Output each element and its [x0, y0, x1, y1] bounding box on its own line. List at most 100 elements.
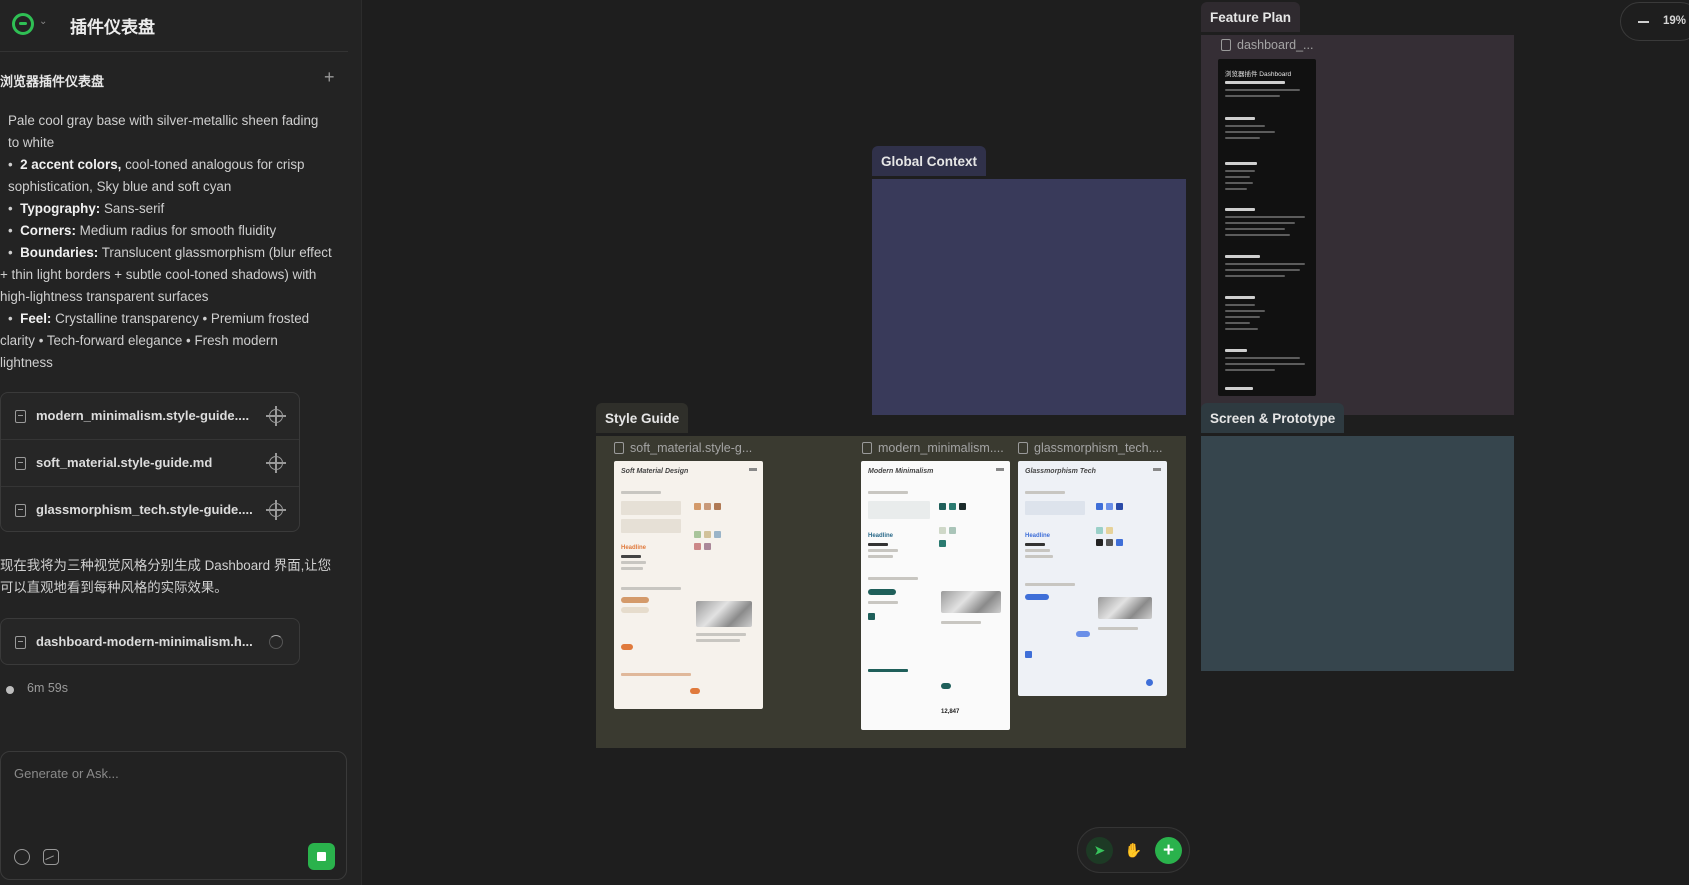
doc-line [1225, 216, 1305, 218]
mention-icon[interactable] [14, 849, 30, 865]
loading-spinner-icon [269, 635, 283, 649]
add-button[interactable]: + [1155, 837, 1182, 864]
preview-line [1098, 627, 1138, 630]
image-upload-icon[interactable] [43, 849, 59, 865]
message-line: to white [8, 135, 55, 150]
frame-label-style-guide[interactable]: Style Guide [596, 403, 689, 433]
file-item[interactable]: soft_material.style-guide.md [1, 440, 299, 487]
doc-line [1225, 263, 1305, 265]
file-icon [1221, 39, 1231, 51]
color-swatch [1106, 503, 1113, 510]
doc-line [1225, 176, 1250, 178]
frame-screen-prototype[interactable] [1201, 436, 1514, 671]
color-swatch [959, 503, 966, 510]
file-name: glassmorphism_tech.style-guide.... [36, 502, 253, 517]
stop-icon [317, 852, 326, 861]
thumbnail-file-label[interactable]: modern_minimalism.... [862, 441, 1004, 455]
doc-line [1225, 162, 1257, 165]
style-guide-preview-soft-material[interactable]: Soft Material Design Headline [614, 461, 763, 709]
doc-line [1225, 304, 1255, 306]
frame-label-global-context[interactable]: Global Context [872, 146, 987, 176]
message-line: + thin light borders + subtle cool-toned… [0, 267, 317, 282]
doc-line [1225, 387, 1253, 390]
frame-label-screen-prototype[interactable]: Screen & Prototype [1201, 403, 1345, 433]
select-tool-button[interactable]: ➤ [1086, 837, 1113, 864]
doc-line [1225, 117, 1255, 120]
crosshair-icon[interactable] [266, 453, 286, 473]
frame-global-context[interactable] [872, 179, 1186, 415]
crosshair-icon[interactable] [266, 406, 286, 426]
preview-block [621, 519, 681, 533]
preview-line [621, 491, 661, 494]
color-swatch [949, 527, 956, 534]
doc-line [1225, 131, 1275, 133]
file-icon [15, 636, 26, 649]
preview-image [696, 601, 752, 627]
message-bullet: • 2 accent colors, cool-toned analogous … [8, 157, 305, 172]
color-swatch [714, 531, 721, 538]
doc-line [1225, 95, 1280, 97]
preview-headline: Headline [1025, 533, 1051, 539]
preview-chip [621, 644, 633, 650]
doc-line [1225, 222, 1295, 224]
preview-block [621, 501, 681, 515]
brand-logo-icon[interactable] [12, 13, 34, 35]
preview-image [1098, 597, 1152, 619]
file-icon [15, 504, 26, 517]
doc-line [1225, 363, 1305, 365]
preview-line [868, 601, 898, 604]
bullet-text: Medium radius for smooth fluidity [75, 223, 277, 238]
hand-tool-button[interactable]: ✋ [1120, 837, 1147, 864]
doc-line [1225, 269, 1300, 271]
thumbnail-file-label[interactable]: soft_material.style-g... [614, 441, 752, 455]
file-name: dashboard_... [1237, 38, 1314, 52]
message-line: Pale cool gray base with silver-metallic… [8, 113, 319, 128]
preview-progress [868, 669, 908, 672]
bullet-text: Crystalline transparency • Premium frost… [51, 311, 310, 326]
chevron-down-icon[interactable]: ⌄ [39, 16, 47, 27]
minus-icon[interactable] [1638, 21, 1649, 23]
prompt-input[interactable] [14, 762, 324, 784]
style-guide-preview-glassmorphism-tech[interactable]: Glassmorphism Tech Headline [1018, 461, 1167, 696]
message-line: lightness [0, 355, 53, 370]
feature-plan-file[interactable]: dashboard_... [1221, 38, 1313, 52]
color-swatch [694, 543, 701, 550]
preview-image [941, 591, 1001, 613]
bullet-text: cool-toned analogous for crisp [121, 157, 305, 172]
doc-line [1225, 255, 1260, 258]
add-icon[interactable]: + [324, 68, 335, 86]
style-guide-preview-modern-minimalism[interactable]: Modern Minimalism Headline 12,847 [861, 461, 1010, 730]
document-preview[interactable]: 浏览器插件 Dashboard [1218, 59, 1316, 396]
menu-icon [996, 468, 1004, 471]
file-item[interactable]: glassmorphism_tech.style-guide.... [1, 487, 299, 534]
doc-line [1225, 170, 1255, 172]
section-title: 浏览器插件仪表盘 [0, 74, 105, 89]
preview-line [696, 639, 740, 642]
stop-button[interactable] [308, 843, 335, 870]
doc-line [1225, 125, 1265, 127]
preview-slider [621, 673, 691, 676]
doc-line [1225, 137, 1260, 139]
message-line: high-lightness transparent surfaces [0, 289, 209, 304]
zoom-control[interactable]: 19% [1620, 2, 1689, 41]
color-swatch [1116, 503, 1123, 510]
generating-file-item[interactable]: dashboard-modern-minimalism.h... [0, 618, 300, 665]
preview-line [868, 555, 893, 558]
color-swatch [949, 503, 956, 510]
frame-label-feature-plan[interactable]: Feature Plan [1201, 2, 1301, 32]
preview-button [868, 589, 896, 595]
bullet-text: Translucent glassmorphism (blur effect [98, 245, 332, 260]
file-item[interactable]: modern_minimalism.style-guide.... [1, 393, 299, 440]
doc-line [1225, 316, 1260, 318]
thumbnail-file-label[interactable]: glassmorphism_tech.... [1018, 441, 1163, 455]
doc-line [1225, 188, 1247, 190]
doc-line [1225, 349, 1247, 352]
color-swatch [939, 503, 946, 510]
preview-line [941, 621, 981, 624]
preview-title: Modern Minimalism [868, 468, 934, 475]
hand-icon: ✋ [1124, 842, 1143, 858]
doc-line [1225, 310, 1265, 312]
file-icon [862, 442, 872, 454]
color-swatch [1096, 503, 1103, 510]
crosshair-icon[interactable] [266, 500, 286, 520]
